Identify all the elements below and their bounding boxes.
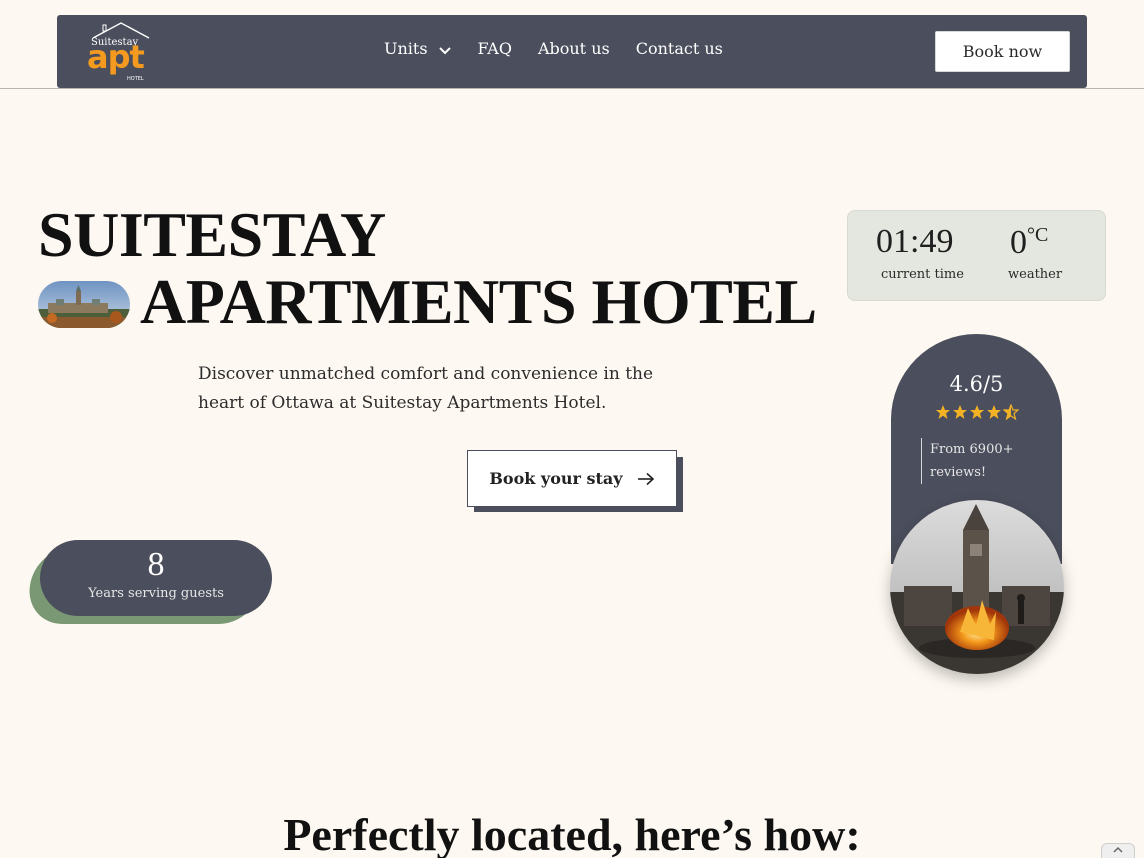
- hero-description: Discover unmatched comfort and convenien…: [198, 364, 654, 413]
- logo-main-text: apt: [87, 38, 145, 76]
- nav-faq-label: FAQ: [477, 39, 512, 58]
- main-nav: Units FAQ About us Contact us: [384, 39, 723, 58]
- rating-subtitle: From 6900+ reviews!: [930, 442, 1014, 480]
- time-weather-card: 01:49 current time 0°C weather: [847, 210, 1106, 301]
- book-now-button[interactable]: Book now: [935, 31, 1070, 72]
- book-your-stay-button[interactable]: Book your stay: [467, 450, 677, 507]
- nav-about-us[interactable]: About us: [538, 39, 610, 58]
- header-divider: [0, 88, 1144, 89]
- current-time-value: 01:49: [876, 223, 954, 260]
- chevron-down-icon: [438, 46, 451, 54]
- nav-contact-label: Contact us: [635, 39, 723, 58]
- chevron-up-icon: [1113, 846, 1123, 853]
- star-icon: [935, 405, 950, 419]
- hero-title-line-2: APARTMENTS HOTEL: [140, 266, 817, 337]
- navbar: Suitestay apt HOTEL Units FAQ About us C…: [57, 15, 1087, 88]
- star-icon: [986, 405, 1001, 419]
- hero-title-line-1: SUITESTAY: [38, 199, 386, 270]
- star-icon: [952, 405, 967, 419]
- temperature-value: 0°C: [1010, 225, 1048, 260]
- star-icon: [969, 405, 984, 419]
- rating-stars: [891, 404, 1062, 420]
- years-value: 8: [147, 546, 165, 583]
- rating-value: 4.6/5: [949, 372, 1004, 396]
- nav-faq[interactable]: FAQ: [478, 39, 512, 58]
- logo-bottom-text: HOTEL: [127, 76, 144, 82]
- hotel-logo[interactable]: Suitestay apt HOTEL: [87, 21, 153, 82]
- half-star-icon: [1002, 404, 1019, 420]
- arrow-right-icon: [637, 472, 654, 485]
- weather-label: weather: [1008, 267, 1063, 282]
- temperature-unit: °C: [1027, 224, 1049, 246]
- nav-units-label: Units: [384, 39, 428, 58]
- section-title: Perfectly located, here’s how:: [283, 809, 861, 858]
- parliament-fire-photo: [890, 500, 1064, 674]
- nav-contact-us[interactable]: Contact us: [636, 39, 723, 58]
- years-label: Years serving guests: [88, 586, 224, 601]
- years-badge: 8 Years serving guests: [40, 540, 272, 616]
- cta-label: Book your stay: [489, 469, 623, 488]
- temperature-number: 0: [1010, 224, 1027, 261]
- rating-divider: [921, 438, 922, 484]
- parliament-thumbnail-image: [38, 281, 130, 328]
- scroll-to-top-button[interactable]: [1101, 843, 1135, 858]
- nav-units[interactable]: Units: [384, 39, 452, 58]
- current-time-label: current time: [881, 267, 964, 282]
- nav-about-label: About us: [537, 39, 610, 58]
